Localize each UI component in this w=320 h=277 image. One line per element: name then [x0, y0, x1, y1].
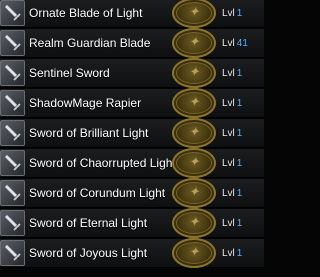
item-name: Sword of Eternal Light — [29, 216, 148, 230]
emblem-glyph-icon: ✦ — [188, 185, 200, 200]
list-item[interactable]: Sword of Brilliant Light ✦ Lvl 1 — [0, 118, 264, 148]
item-name: Sword of Corundum Light — [29, 186, 166, 200]
level-number: 41 — [236, 38, 248, 49]
sword-icon — [0, 240, 25, 266]
level-label: Lvl — [222, 68, 235, 79]
gold-emblem-icon: ✦ — [172, 178, 216, 208]
level-label: Lvl — [222, 218, 235, 229]
level-indicator: Lvl 1 — [222, 149, 242, 178]
list-item[interactable]: Ornate Blade of Light ✦ Lvl 1 — [0, 0, 264, 28]
item-name: Sentinel Sword — [29, 66, 110, 80]
level-indicator: Lvl 1 — [222, 179, 242, 208]
sword-icon — [0, 210, 25, 236]
emblem-glyph-icon: ✦ — [188, 65, 200, 80]
item-name: Sword of Joyous Light — [29, 246, 148, 260]
level-indicator: Lvl 1 — [222, 209, 242, 238]
level-indicator: Lvl 1 — [222, 0, 242, 28]
level-label: Lvl — [222, 8, 235, 19]
level-label: Lvl — [222, 38, 235, 49]
gold-emblem-icon: ✦ — [172, 0, 216, 28]
gold-emblem-icon: ✦ — [172, 208, 216, 238]
level-indicator: Lvl 1 — [222, 119, 242, 148]
level-indicator: Lvl 41 — [222, 29, 248, 58]
sword-icon — [0, 150, 25, 176]
gold-emblem-icon: ✦ — [172, 28, 216, 58]
item-name: Ornate Blade of Light — [29, 6, 143, 20]
level-number: 1 — [236, 188, 243, 199]
list-item[interactable]: Sentinel Sword ✦ Lvl 1 — [0, 58, 264, 88]
sword-icon — [0, 30, 25, 56]
emblem-glyph-icon: ✦ — [188, 95, 200, 110]
gold-emblem-icon: ✦ — [172, 118, 216, 148]
level-label: Lvl — [222, 188, 235, 199]
item-list: Ornate Blade of Light ✦ Lvl 1 Realm Guardian… — [0, 0, 264, 277]
list-item[interactable]: Sword of Chaorrupted Light ✦ Lvl 1 — [0, 148, 264, 178]
sword-icon — [0, 60, 25, 86]
level-number: 1 — [236, 218, 243, 229]
sword-icon — [0, 180, 25, 206]
level-number: 1 — [236, 98, 243, 109]
sword-icon — [0, 120, 25, 146]
emblem-glyph-icon: ✦ — [188, 215, 200, 230]
emblem-glyph-icon: ✦ — [188, 35, 200, 50]
level-indicator: Lvl 1 — [222, 59, 242, 88]
level-number: 1 — [236, 128, 243, 139]
level-number: 1 — [236, 158, 243, 169]
item-name: Sword of Chaorrupted Light — [29, 156, 176, 170]
level-number: 1 — [236, 68, 243, 79]
level-label: Lvl — [222, 98, 235, 109]
level-indicator: Lvl 1 — [222, 239, 242, 268]
gold-emblem-icon: ✦ — [172, 88, 216, 118]
sword-icon — [0, 90, 25, 116]
emblem-glyph-icon: ✦ — [188, 155, 200, 170]
emblem-glyph-icon: ✦ — [188, 5, 200, 20]
list-item[interactable]: Realm Guardian Blade ✦ Lvl 41 — [0, 28, 264, 58]
level-label: Lvl — [222, 128, 235, 139]
level-label: Lvl — [222, 248, 235, 259]
item-name: ShadowMage Rapier — [29, 96, 142, 110]
list-item[interactable]: ShadowMage Rapier ✦ Lvl 1 — [0, 88, 264, 118]
emblem-glyph-icon: ✦ — [188, 245, 200, 260]
level-label: Lvl — [222, 158, 235, 169]
emblem-glyph-icon: ✦ — [188, 125, 200, 140]
list-item[interactable]: Sword of Eternal Light ✦ Lvl 1 — [0, 208, 264, 238]
gold-emblem-icon: ✦ — [172, 148, 216, 178]
gold-emblem-icon: ✦ — [172, 58, 216, 88]
list-item[interactable]: Sword of Corundum Light ✦ Lvl 1 — [0, 178, 264, 208]
gold-emblem-icon: ✦ — [172, 238, 216, 268]
level-number: 1 — [236, 248, 243, 259]
sword-icon — [0, 0, 25, 26]
list-item[interactable]: Sword of Joyous Light ✦ Lvl 1 — [0, 238, 264, 268]
level-indicator: Lvl 1 — [222, 89, 242, 118]
level-number: 1 — [236, 8, 243, 19]
item-name: Sword of Brilliant Light — [29, 126, 149, 140]
item-name: Realm Guardian Blade — [29, 36, 151, 50]
